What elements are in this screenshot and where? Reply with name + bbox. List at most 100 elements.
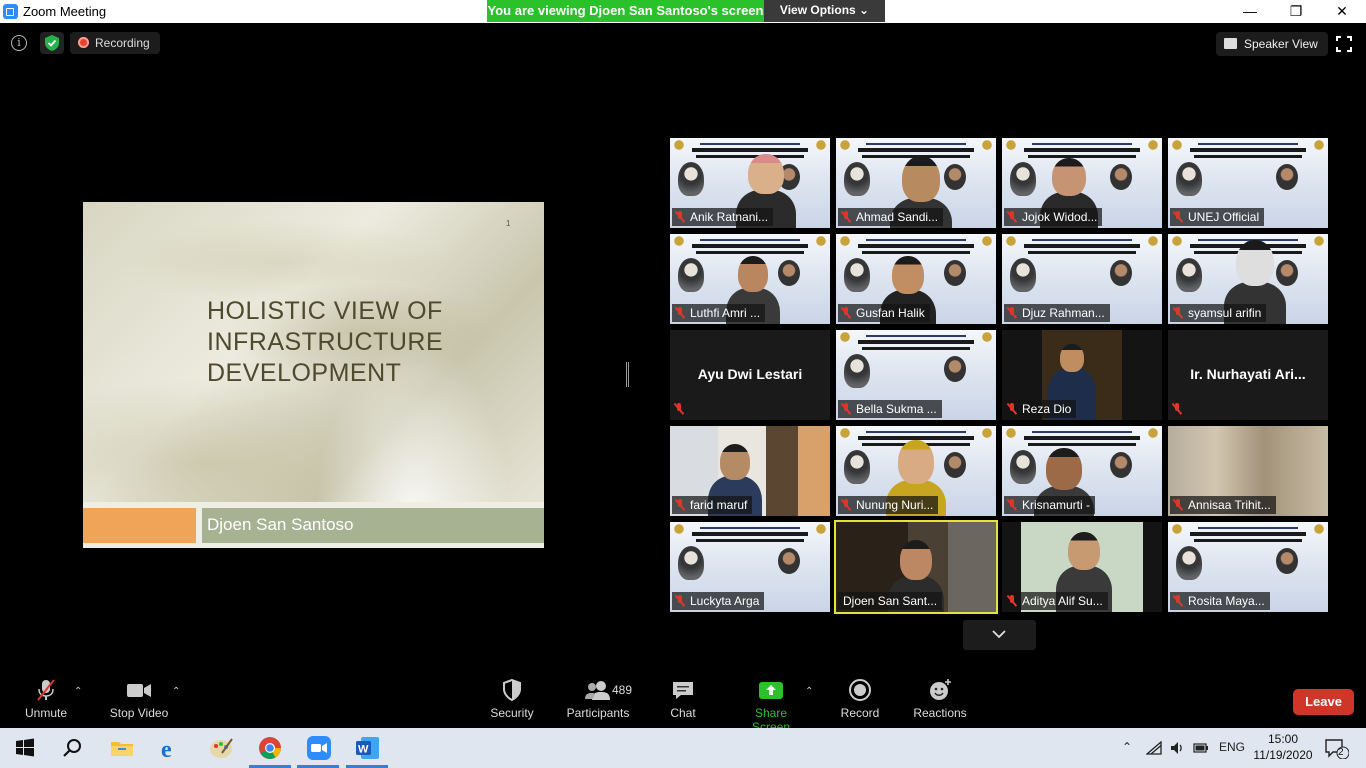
share-options-caret[interactable]: ⌃ [805,686,813,697]
participant-video-tile[interactable]: Jojok Widod... [1002,138,1162,228]
view-options-button[interactable]: View Options ⌄ [764,0,885,22]
participant-video-tile[interactable]: Annisaa Trihit... [1168,426,1328,516]
participant-video-tile[interactable]: Bella Sukma ... [836,330,996,420]
stop-video-button[interactable]: Stop Video [106,678,172,720]
banner-portrait [1176,162,1202,196]
word-app-icon[interactable]: W [355,735,381,761]
participant-video-tile[interactable]: Gusfan Halik [836,234,996,324]
participant-video-tile[interactable]: Ir. Nurhayati Ari... [1168,330,1328,420]
participant-video-tile[interactable]: farid maruf [670,426,830,516]
encryption-shield-icon[interactable] [40,32,64,54]
edge-browser-icon[interactable]: e [159,735,185,761]
participant-name: Gusfan Halik [856,306,925,320]
muted-mic-icon [1172,403,1182,415]
participant-name-bar: Rosita Maya... [1170,592,1270,610]
record-button[interactable]: Record [838,678,882,720]
banner-portrait [1010,450,1036,484]
leave-meeting-button[interactable]: Leave [1293,689,1354,715]
participant-video-tile[interactable]: Krisnamurti - [1002,426,1162,516]
participant-video-tile[interactable]: Luckyta Arga [670,522,830,612]
security-label: Security [490,706,534,720]
participant-name-bar: Annisaa Trihit... [1170,496,1276,514]
participant-name: Reza Dio [1022,402,1072,416]
close-button[interactable]: ✕ [1319,0,1365,23]
muted-mic-icon [841,211,851,223]
participant-video-tile[interactable]: UNEJ Official [1168,138,1328,228]
participant-video-tile[interactable]: Djuz Rahman... [1002,234,1162,324]
muted-mic-icon [841,499,851,511]
notifications-icon[interactable] [1325,739,1349,759]
chat-button[interactable]: Chat [665,678,701,720]
banner-portrait [1276,164,1298,190]
search-icon[interactable] [60,735,86,761]
participant-name: Luthfi Amri ... [690,306,761,320]
unmute-button[interactable]: Unmute [20,678,72,720]
banner-portrait [844,354,870,388]
taskbar-clock[interactable]: 15:00 11/19/2020 [1252,731,1314,763]
muted-mic-icon [1007,499,1017,511]
participant-video-tile[interactable]: Ayu Dwi Lestari [670,330,830,420]
participant-video-tile[interactable]: Luthfi Amri ... [670,234,830,324]
participant-video-tile[interactable]: Djoen San Sant... [834,520,998,614]
zoom-app-icon [3,4,18,19]
meeting-info-icon[interactable]: i [11,35,27,51]
participant-name: Aditya Alif Su... [1022,594,1103,608]
participant-video-tile[interactable]: Anik Ratnani... [670,138,830,228]
share-screen-button[interactable]: Share Screen [735,678,807,734]
banner-portrait [778,548,800,574]
input-language[interactable]: ENG [1219,740,1245,754]
clock-date: 11/19/2020 [1253,748,1313,762]
participant-face [720,444,750,480]
chrome-browser-icon[interactable] [257,735,283,761]
participant-name-bar: Jojok Widod... [1004,208,1103,226]
participant-video-tile[interactable]: Ahmad Sandi... [836,138,996,228]
participant-video-tile[interactable]: Reza Dio [1002,330,1162,420]
banner-portrait [1010,162,1036,196]
battery-icon[interactable] [1193,742,1209,754]
panel-resize-handle[interactable] [626,362,629,387]
participant-face [1068,532,1100,570]
participant-name: Nunung Nuri... [856,498,934,512]
muted-mic-icon [1007,307,1017,319]
participant-video-tile[interactable]: Nunung Nuri... [836,426,996,516]
audio-options-caret[interactable]: ⌃ [74,686,82,697]
participant-name: Ir. Nurhayati Ari... [1190,366,1306,382]
participant-video-tile[interactable]: Aditya Alif Su... [1002,522,1162,612]
participant-name: Ahmad Sandi... [856,210,939,224]
restore-button[interactable]: ❐ [1273,0,1319,23]
screen-share-banner: You are viewing Djoen San Santoso's scre… [487,0,764,22]
participant-name-bar: farid maruf [672,496,753,514]
participant-video-tile[interactable]: Rosita Maya... [1168,522,1328,612]
windows-start-icon[interactable] [12,735,38,761]
participant-video-tile[interactable]: syamsul arifin [1168,234,1328,324]
muted-mic-icon [841,403,851,415]
unmute-label: Unmute [24,706,68,720]
tray-overflow-chevron-icon[interactable]: ⌃ [1122,740,1132,754]
banner-portrait [944,164,966,190]
gallery-next-page-button[interactable] [963,620,1036,650]
participant-name-bar: Djuz Rahman... [1004,304,1110,322]
reactions-button[interactable]: Reactions [912,678,968,720]
network-icon[interactable] [1146,741,1162,755]
file-explorer-icon[interactable] [109,735,135,761]
security-button[interactable]: Security [488,678,536,720]
speaker-view-label: Speaker View [1244,37,1318,51]
slide-page-number: 1 [506,219,511,228]
minimize-button[interactable]: — [1227,0,1273,23]
muted-mic-icon [674,403,684,415]
paint-app-icon[interactable] [208,735,234,761]
windows-taskbar: e W ⌃ ENG 15:00 11/19/2020 2 [0,728,1366,768]
volume-icon[interactable] [1169,740,1185,756]
banner-portrait [678,546,704,580]
participant-name: Rosita Maya... [1188,594,1265,608]
svg-text:e: e [161,737,172,761]
slide-title-line: INFRASTRUCTURE [207,328,444,356]
banner-portrait [1176,546,1202,580]
recording-indicator[interactable]: Recording [70,32,160,54]
participant-name-bar: Djoen San Sant... [838,592,943,610]
zoom-taskbar-icon[interactable] [306,735,332,761]
speaker-view-button[interactable]: Speaker View [1216,32,1328,56]
fullscreen-icon[interactable] [1336,36,1352,52]
stop-video-label: Stop Video [109,706,169,720]
video-options-caret[interactable]: ⌃ [172,686,180,697]
